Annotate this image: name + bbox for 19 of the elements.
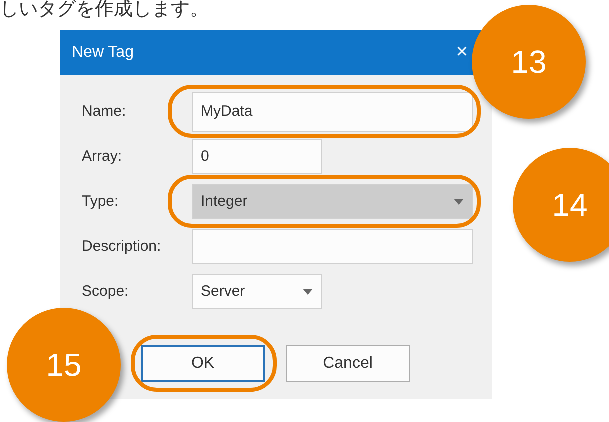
input-field[interactable]: 0 <box>192 139 322 174</box>
field-label: Name: <box>82 103 128 120</box>
step-badge: 14 <box>513 148 609 262</box>
caret-icon <box>303 288 313 294</box>
field-label: Type: <box>82 193 120 210</box>
step-badge: 13 <box>472 5 586 119</box>
window-title: New Tag <box>72 44 134 62</box>
field-label: Scope: <box>82 283 130 300</box>
dialog-button[interactable]: Cancel <box>286 345 410 382</box>
input-field[interactable]: MyData <box>192 92 473 132</box>
caret-icon <box>454 198 464 204</box>
dropdown[interactable]: Server <box>192 274 322 309</box>
input-field[interactable] <box>192 229 473 264</box>
field-label: Array: <box>82 148 124 165</box>
field-label: Description: <box>82 238 162 255</box>
dialog-button[interactable]: OK <box>141 345 265 382</box>
step-badge: 15 <box>7 308 121 422</box>
close-button[interactable]: × <box>456 41 468 64</box>
dropdown[interactable]: Integer <box>192 184 473 219</box>
